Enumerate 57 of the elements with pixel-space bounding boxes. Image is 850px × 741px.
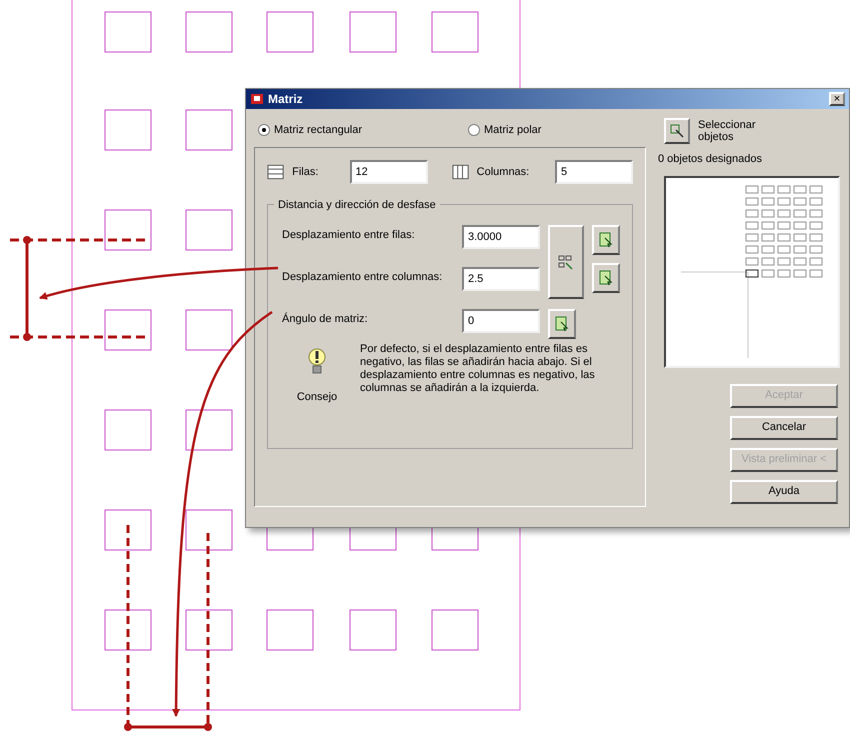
array-square [104, 12, 152, 52]
array-square [104, 610, 152, 650]
array-square [104, 410, 152, 450]
pick-both-button[interactable] [548, 225, 584, 299]
array-square [186, 12, 232, 52]
array-square [186, 110, 232, 150]
lightbulb-icon [308, 347, 326, 375]
group-title: Distancia y dirección de desfase [274, 197, 440, 214]
pick-point-icon [599, 232, 613, 248]
array-square [104, 310, 152, 350]
field-label: Desplazamiento entre columnas: [282, 270, 444, 284]
array-square [186, 310, 232, 350]
radio-button[interactable] [468, 124, 480, 136]
select-objects-button[interactable] [664, 118, 690, 144]
array-square [350, 610, 396, 650]
field-label: Desplazamiento entre filas: [282, 228, 416, 242]
pick-point-icon [599, 270, 613, 286]
value-field[interactable]: 3.0000 [462, 225, 540, 249]
tip-caption: Consejo [296, 390, 338, 405]
radio-option[interactable]: Matriz polar [468, 122, 542, 138]
array-square [432, 610, 478, 650]
rows-icon [267, 164, 284, 180]
array-square [104, 510, 152, 550]
array-square [350, 12, 396, 52]
radio-button[interactable] [258, 124, 270, 136]
dialog-button[interactable]: Cancelar [730, 416, 838, 440]
selection-count: 0 objetos designados [658, 152, 763, 167]
radio-option[interactable]: Matriz rectangular [258, 122, 468, 138]
columns-field[interactable]: 5 [555, 160, 633, 184]
columns-icon [452, 164, 469, 180]
rows-label: Filas: [292, 164, 320, 180]
tip-text: Por defecto, si el desplazamiento entre filas es negativo, las filas se añadirán hacia abajo. Si el desplazamiento entre columnas es negativo, las columnas se añadirán a la izquierda. [360, 343, 596, 396]
array-square [186, 510, 232, 550]
dialog-button[interactable]: Ayuda [730, 480, 838, 504]
array-square [266, 610, 314, 650]
array-square [104, 210, 152, 250]
select-icon [669, 123, 685, 139]
array-square [186, 610, 232, 650]
pick-button[interactable] [592, 263, 620, 293]
value-field[interactable]: 2.5 [462, 267, 540, 291]
rows-field[interactable]: 12 [350, 160, 428, 184]
pick-points-icon [558, 254, 574, 270]
array-square [266, 12, 314, 52]
columns-label: Columnas: [476, 164, 530, 180]
pick-button[interactable] [548, 309, 576, 339]
pick-point-icon [555, 316, 569, 332]
array-square [104, 110, 152, 150]
value-field[interactable]: 0 [462, 309, 540, 333]
array-square [186, 210, 232, 250]
select-objects-label: Seleccionar objetos [698, 119, 756, 143]
field-label: Ángulo de matriz: [282, 312, 369, 326]
array-square [186, 410, 232, 450]
app-icon [250, 93, 264, 105]
pick-button[interactable] [592, 225, 620, 255]
window-title: Matriz [268, 91, 303, 108]
close-button[interactable]: × [829, 92, 845, 106]
array-square [432, 12, 478, 52]
